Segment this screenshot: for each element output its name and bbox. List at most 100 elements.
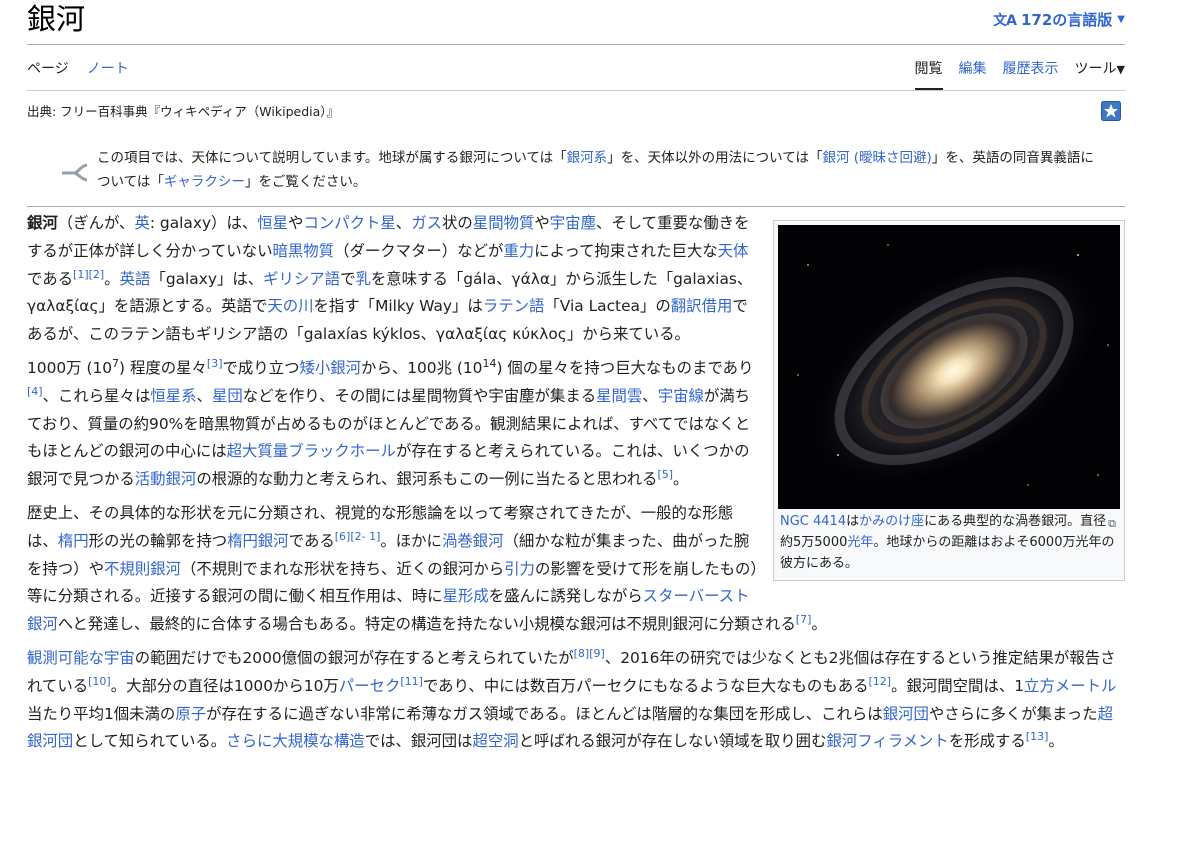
tab-history[interactable]: 履歴表示 xyxy=(1003,58,1059,90)
citation[interactable]: [3] xyxy=(207,357,223,370)
caption-text: は xyxy=(846,514,860,529)
link[interactable]: 活動銀河 xyxy=(135,470,197,488)
link[interactable]: 銀河団 xyxy=(883,705,929,723)
text: や xyxy=(534,214,550,232)
divider xyxy=(27,206,1125,207)
tab-bar: ページ ノート 閲覧 編集 履歴表示 ツール▼ xyxy=(27,44,1125,91)
link[interactable]: ラテン語 xyxy=(483,297,545,315)
link[interactable]: 楕円 xyxy=(58,532,89,550)
link[interactable]: 翻訳借用 xyxy=(671,297,733,315)
link[interactable]: 超空洞 xyxy=(472,732,518,750)
citation[interactable]: [8] xyxy=(574,647,590,660)
link[interactable]: コンパクト星 xyxy=(303,214,395,232)
link[interactable]: さらに大規模な構造 xyxy=(226,732,365,750)
link[interactable]: パーセク xyxy=(339,677,401,695)
link[interactable]: 天体 xyxy=(718,242,749,260)
link[interactable]: 不規則銀河 xyxy=(104,560,181,578)
link[interactable]: 楕円銀河 xyxy=(227,532,289,550)
source-line: 出典: フリー百科事典『ウィキペディア（Wikipedia）』 xyxy=(27,104,340,119)
link[interactable]: 恒星系 xyxy=(150,387,196,405)
text: 「Via Lactea」の xyxy=(544,297,671,316)
namespace-tabs: ページ ノート xyxy=(27,58,129,88)
text: である xyxy=(27,269,74,288)
text: 1000万 (10 xyxy=(27,358,113,377)
text: では、銀河団は xyxy=(364,732,473,751)
exponent: 14 xyxy=(482,356,497,370)
link[interactable]: 原子 xyxy=(175,705,206,723)
exponent: 7 xyxy=(112,356,120,370)
link[interactable]: 乳 xyxy=(355,270,370,288)
link[interactable]: 星間物質 xyxy=(473,214,535,232)
tab-talk[interactable]: ノート xyxy=(87,58,129,88)
text: の範囲だけでも2000億個の銀河が存在すると考えられていたが xyxy=(134,648,574,667)
citation[interactable]: [12] xyxy=(869,675,892,688)
link[interactable]: 引力 xyxy=(504,560,535,578)
language-button[interactable]: 文A 172の言語版 ▼ xyxy=(993,9,1125,30)
link-ngc4414[interactable]: NGC 4414 xyxy=(780,514,846,529)
bold-term: 銀河 xyxy=(27,214,58,232)
link[interactable]: 観測可能な宇宙 xyxy=(27,649,135,667)
link[interactable]: 立方メートル xyxy=(1024,677,1116,695)
citation[interactable]: [13] xyxy=(1026,730,1049,743)
tab-read[interactable]: 閲覧 xyxy=(914,58,943,90)
link-galaxy-milkyway[interactable]: 銀河系 xyxy=(567,150,608,166)
link[interactable]: 矮小銀河 xyxy=(299,359,361,377)
tab-edit[interactable]: 編集 xyxy=(959,58,987,90)
link[interactable]: 超大質量ブラックホール xyxy=(227,442,396,460)
link[interactable]: 天の川 xyxy=(267,297,313,315)
link[interactable]: ガス xyxy=(411,214,442,232)
link[interactable]: 英語 xyxy=(120,270,151,288)
citation[interactable]: [2- 1] xyxy=(350,530,380,543)
link[interactable]: 重力 xyxy=(503,242,534,260)
citation[interactable]: [1] xyxy=(73,267,89,280)
link-light-year[interactable]: 光年 xyxy=(847,535,873,550)
link[interactable]: 星間雲 xyxy=(596,387,642,405)
link[interactable]: 宇宙線 xyxy=(658,387,704,405)
enlarge-icon[interactable]: ⧉ xyxy=(1108,513,1116,534)
text: ) 程度の星々 xyxy=(119,358,207,377)
language-count: 172の言語版 xyxy=(1020,11,1113,29)
text: （ぎんが、 xyxy=(57,214,135,232)
citation[interactable]: [4] xyxy=(27,385,43,398)
page-title: 銀河 xyxy=(27,2,86,36)
link[interactable]: 英 xyxy=(134,214,149,232)
disambiguation-icon xyxy=(62,163,88,182)
link[interactable]: 暗黒物質 xyxy=(272,242,334,260)
text: として知られている。 xyxy=(73,732,227,751)
text: 。 xyxy=(811,615,827,634)
galaxy-image[interactable] xyxy=(778,225,1120,509)
link-disambiguation[interactable]: 銀河 (曖昧さ回避) xyxy=(823,150,932,166)
featured-star-icon[interactable] xyxy=(1101,101,1121,121)
text: 、 xyxy=(196,386,212,405)
citation[interactable]: [9] xyxy=(589,647,605,660)
hatnote-text: この項目では、天体について説明しています。地球が属する銀河については「銀河系」を… xyxy=(97,146,1107,194)
text: 。 xyxy=(673,470,689,489)
article-page: 銀河 文A 172の言語版 ▼ ページ ノート 閲覧 編集 履歴表示 ツール▼ … xyxy=(0,0,1200,864)
text: やさらに多くが集まった xyxy=(928,704,1098,723)
link[interactable]: 銀河フィラメント xyxy=(826,732,948,750)
link[interactable]: 恒星 xyxy=(257,214,288,232)
link[interactable]: 星団 xyxy=(212,387,243,405)
tools-label: ツール xyxy=(1074,61,1117,77)
link[interactable]: 星形成 xyxy=(443,587,489,605)
text: 状の xyxy=(442,214,473,232)
link[interactable]: 渦巻銀河 xyxy=(442,532,504,550)
citation[interactable]: [10] xyxy=(88,675,111,688)
text: （ダークマター）などが xyxy=(334,241,504,260)
tools-menu[interactable]: ツール▼ xyxy=(1075,58,1125,90)
citation[interactable]: [11] xyxy=(400,675,423,688)
text: を盛んに誘発しながら xyxy=(488,587,643,606)
link-coma-berenices[interactable]: かみのけ座 xyxy=(859,514,924,529)
citation[interactable]: [2] xyxy=(89,267,105,280)
citation[interactable]: [6] xyxy=(335,530,351,543)
text: や xyxy=(288,214,304,232)
link[interactable]: ギリシア語 xyxy=(263,270,340,288)
text: を指す「Milky Way」は xyxy=(313,297,483,316)
link[interactable]: 宇宙塵 xyxy=(550,214,596,232)
title-bar: 銀河 文A 172の言語版 ▼ xyxy=(27,0,1125,45)
citation[interactable]: [5] xyxy=(657,468,673,481)
tab-page[interactable]: ページ xyxy=(27,58,69,88)
chevron-down-icon: ▼ xyxy=(1116,63,1125,76)
citation[interactable]: [7] xyxy=(796,613,812,626)
link-galaxy-homonym[interactable]: ギャラクシー xyxy=(164,174,245,190)
